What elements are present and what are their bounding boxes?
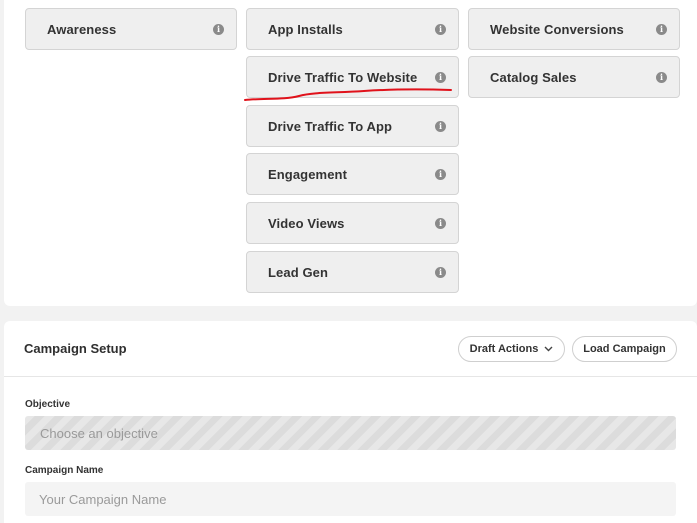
objective-label: Video Views xyxy=(268,215,345,231)
draft-actions-button[interactable]: Draft Actions xyxy=(458,336,565,362)
info-icon[interactable]: i xyxy=(435,168,446,180)
campaign-setup-title: Campaign Setup xyxy=(24,341,127,356)
chevron-down-icon xyxy=(544,344,553,354)
objective-drive-traffic-app-button[interactable]: Drive Traffic To App i xyxy=(246,105,459,147)
objective-label: Lead Gen xyxy=(268,264,329,280)
objective-video-views-button[interactable]: Video Views i xyxy=(246,202,459,244)
objective-label: Website Conversions xyxy=(490,21,624,37)
campaign-setup-panel: Campaign Setup Draft Actions Load Campai… xyxy=(4,321,697,523)
info-icon[interactable]: i xyxy=(435,217,446,229)
objective-catalog-sales-button[interactable]: Catalog Sales i xyxy=(468,56,680,98)
info-icon[interactable]: i xyxy=(435,71,446,83)
info-icon[interactable]: i xyxy=(435,266,446,278)
campaign-setup-header: Campaign Setup Draft Actions Load Campai… xyxy=(4,321,697,377)
objective-placeholder: Choose an objective xyxy=(40,425,158,441)
objective-label: Engagement xyxy=(268,166,348,182)
draft-actions-label: Draft Actions xyxy=(469,343,539,355)
campaign-name-label: Campaign Name xyxy=(25,465,104,476)
objective-label: Awareness xyxy=(47,21,117,37)
objective-lead-gen-button[interactable]: Lead Gen i xyxy=(246,251,459,293)
objective-awareness-button[interactable]: Awareness i xyxy=(25,8,237,50)
info-icon[interactable]: i xyxy=(213,23,224,35)
objective-panel: Awareness i App Installs i Website Conve… xyxy=(4,0,697,306)
info-icon[interactable]: i xyxy=(656,71,667,83)
info-icon[interactable]: i xyxy=(656,23,667,35)
load-campaign-button[interactable]: Load Campaign xyxy=(572,336,677,362)
objective-select[interactable]: Choose an objective xyxy=(25,416,676,450)
objective-label: App Installs xyxy=(268,21,343,37)
objective-engagement-button[interactable]: Engagement i xyxy=(246,153,459,195)
objective-field-label: Objective xyxy=(25,399,71,410)
info-icon[interactable]: i xyxy=(435,23,446,35)
objective-website-conversions-button[interactable]: Website Conversions i xyxy=(468,8,680,50)
info-icon[interactable]: i xyxy=(435,120,446,132)
objective-label: Drive Traffic To Website xyxy=(268,69,418,85)
red-underline-annotation xyxy=(244,88,452,101)
objective-label: Drive Traffic To App xyxy=(268,118,393,134)
campaign-name-input[interactable] xyxy=(25,482,676,516)
objective-app-installs-button[interactable]: App Installs i xyxy=(246,8,459,50)
objective-label: Catalog Sales xyxy=(490,69,577,85)
